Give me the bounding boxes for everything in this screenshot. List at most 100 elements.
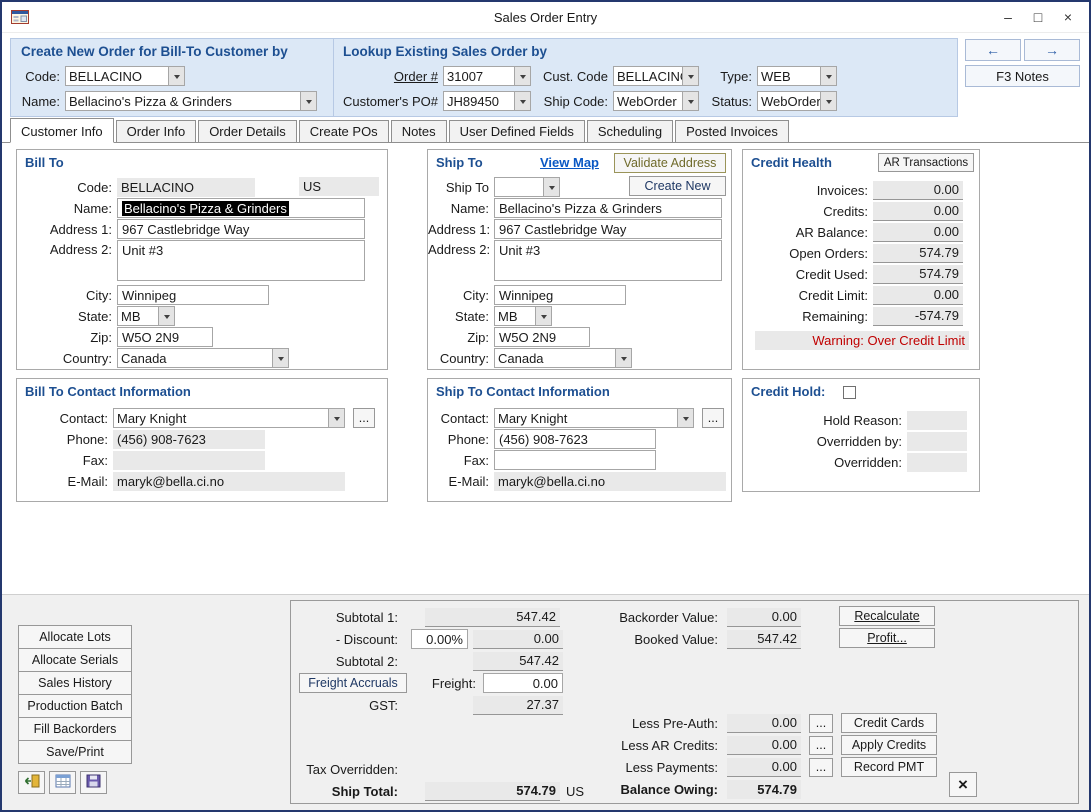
chevron-down-icon[interactable] <box>272 348 289 368</box>
credit-cards-button[interactable]: Credit Cards <box>841 713 937 733</box>
production-batch-button[interactable]: Production Batch <box>18 694 132 718</box>
bill-contact-select[interactable]: Mary Knight <box>113 408 345 428</box>
preauth-more-button[interactable]: ... <box>809 714 833 733</box>
freight-accruals-button[interactable]: Freight Accruals <box>299 673 407 693</box>
profit-button[interactable]: Profit... <box>839 628 935 648</box>
bill-to-state-value: MB <box>117 306 158 326</box>
ship-to-name-field[interactable]: Bellacino's Pizza & Grinders <box>494 198 722 218</box>
ship-contact-select[interactable]: Mary Knight <box>494 408 694 428</box>
bill-to-name-field[interactable]: Bellacino's Pizza & Grinders <box>117 198 365 218</box>
discount-percent-field[interactable]: 0.00% <box>411 629 468 649</box>
ar-transactions-button[interactable]: AR Transactions <box>878 153 974 172</box>
bill-to-city-field[interactable]: Winnipeg <box>117 285 269 305</box>
tab-posted-invoices[interactable]: Posted Invoices <box>675 120 789 142</box>
freight-field[interactable]: 0.00 <box>483 673 563 693</box>
bill-contact-heading: Bill To Contact Information <box>25 384 191 399</box>
sales-history-button[interactable]: Sales History <box>18 671 132 695</box>
view-map-link[interactable]: View Map <box>540 155 599 170</box>
cancel-order-button[interactable]: × <box>949 772 977 797</box>
maximize-button[interactable]: □ <box>1023 2 1053 33</box>
hold-reason-label: Hold Reason: <box>745 413 907 428</box>
fill-backorders-button[interactable]: Fill Backorders <box>18 717 132 741</box>
chevron-down-icon[interactable] <box>168 66 185 86</box>
bill-to-zip-field[interactable]: W5O 2N9 <box>117 327 213 347</box>
tab-order-info[interactable]: Order Info <box>116 120 197 142</box>
chevron-down-icon[interactable] <box>677 408 694 428</box>
tab-user-defined-fields[interactable]: User Defined Fields <box>449 120 585 142</box>
bill-fax-field <box>113 451 265 470</box>
validate-address-button[interactable]: Validate Address <box>614 153 726 173</box>
apply-credits-button[interactable]: Apply Credits <box>841 735 937 755</box>
lookup-order-heading: Lookup Existing Sales Order by <box>343 44 547 59</box>
ship-to-country-select[interactable]: Canada <box>494 348 632 368</box>
subtotal2-label: Subtotal 2: <box>291 654 403 669</box>
create-new-button[interactable]: Create New <box>629 176 726 196</box>
chevron-down-icon[interactable] <box>158 306 175 326</box>
credit-limit-value: 0.00 <box>873 286 963 305</box>
chevron-down-icon[interactable] <box>820 66 837 86</box>
tab-order-details[interactable]: Order Details <box>198 120 297 142</box>
tab-scheduling[interactable]: Scheduling <box>587 120 673 142</box>
order-number-select[interactable]: 31007 <box>443 66 531 86</box>
ship-code-select[interactable]: WebOrder <box>613 91 699 111</box>
recalculate-button[interactable]: Recalculate <box>839 606 935 626</box>
bill-phone-label: Phone: <box>17 432 113 447</box>
ship-to-select[interactable] <box>494 177 560 197</box>
ship-to-state-label: State: <box>428 309 494 324</box>
credit-hold-checkbox[interactable] <box>843 386 856 399</box>
previous-record-button[interactable]: ← <box>965 39 1021 61</box>
overridden-by-field <box>907 432 967 451</box>
exit-button[interactable] <box>18 771 45 794</box>
ship-to-address1-field[interactable]: 967 Castlebridge Way <box>494 219 722 239</box>
bill-to-address2-field[interactable]: Unit #3 <box>117 240 365 281</box>
chevron-down-icon[interactable] <box>514 91 531 111</box>
chevron-down-icon[interactable] <box>615 348 632 368</box>
status-select[interactable]: WebOrder <box>757 91 837 111</box>
close-icon: × <box>958 775 968 795</box>
tab-notes[interactable]: Notes <box>391 120 447 142</box>
ar-credits-more-button[interactable]: ... <box>809 736 833 755</box>
ship-to-heading: Ship To <box>436 155 483 170</box>
chevron-down-icon[interactable] <box>300 91 317 111</box>
chevron-down-icon[interactable] <box>328 408 345 428</box>
ship-to-state-select[interactable]: MB <box>494 306 552 326</box>
bill-to-address2-label: Address 2: <box>17 240 117 260</box>
bill-to-address1-field[interactable]: 967 Castlebridge Way <box>117 219 365 239</box>
payments-more-button[interactable]: ... <box>809 758 833 777</box>
chevron-down-icon[interactable] <box>535 306 552 326</box>
allocate-serials-button[interactable]: Allocate Serials <box>18 648 132 672</box>
type-select[interactable]: WEB <box>757 66 837 86</box>
chevron-down-icon[interactable] <box>543 177 560 197</box>
save-icon <box>86 774 101 791</box>
ship-to-zip-field[interactable]: W5O 2N9 <box>494 327 590 347</box>
minimize-button[interactable]: – <box>993 2 1023 33</box>
customer-po-select[interactable]: JH89450 <box>443 91 531 111</box>
tab-create-pos[interactable]: Create POs <box>299 120 389 142</box>
save-record-button[interactable] <box>80 771 107 794</box>
record-pmt-button[interactable]: Record PMT <box>841 757 937 777</box>
chevron-down-icon[interactable] <box>682 91 699 111</box>
datasheet-button[interactable] <box>49 771 76 794</box>
ship-fax-field[interactable] <box>494 450 656 470</box>
bill-code-select[interactable]: BELLACINO <box>65 66 185 86</box>
allocate-lots-button[interactable]: Allocate Lots <box>18 625 132 649</box>
f3-notes-button[interactable]: F3 Notes <box>965 65 1080 87</box>
ship-contact-more-button[interactable]: ... <box>702 408 724 428</box>
bill-to-country-select[interactable]: Canada <box>117 348 289 368</box>
next-record-button[interactable]: → <box>1024 39 1080 61</box>
cust-code-select[interactable]: BELLACINO <box>613 66 699 86</box>
close-button[interactable]: × <box>1053 2 1083 33</box>
ship-to-address2-field[interactable]: Unit #3 <box>494 240 722 281</box>
type-label: Type: <box>699 69 757 84</box>
credit-ar-balance-value: 0.00 <box>873 223 963 242</box>
chevron-down-icon[interactable] <box>682 66 699 86</box>
bill-to-state-select[interactable]: MB <box>117 306 175 326</box>
ship-to-city-field[interactable]: Winnipeg <box>494 285 626 305</box>
bill-contact-more-button[interactable]: ... <box>353 408 375 428</box>
chevron-down-icon[interactable] <box>820 91 837 111</box>
ship-phone-field[interactable]: (456) 908-7623 <box>494 429 656 449</box>
bill-name-select[interactable]: Bellacino's Pizza & Grinders <box>65 91 317 111</box>
save-print-button[interactable]: Save/Print <box>18 740 132 764</box>
tab-customer-info[interactable]: Customer Info <box>10 118 114 143</box>
chevron-down-icon[interactable] <box>514 66 531 86</box>
